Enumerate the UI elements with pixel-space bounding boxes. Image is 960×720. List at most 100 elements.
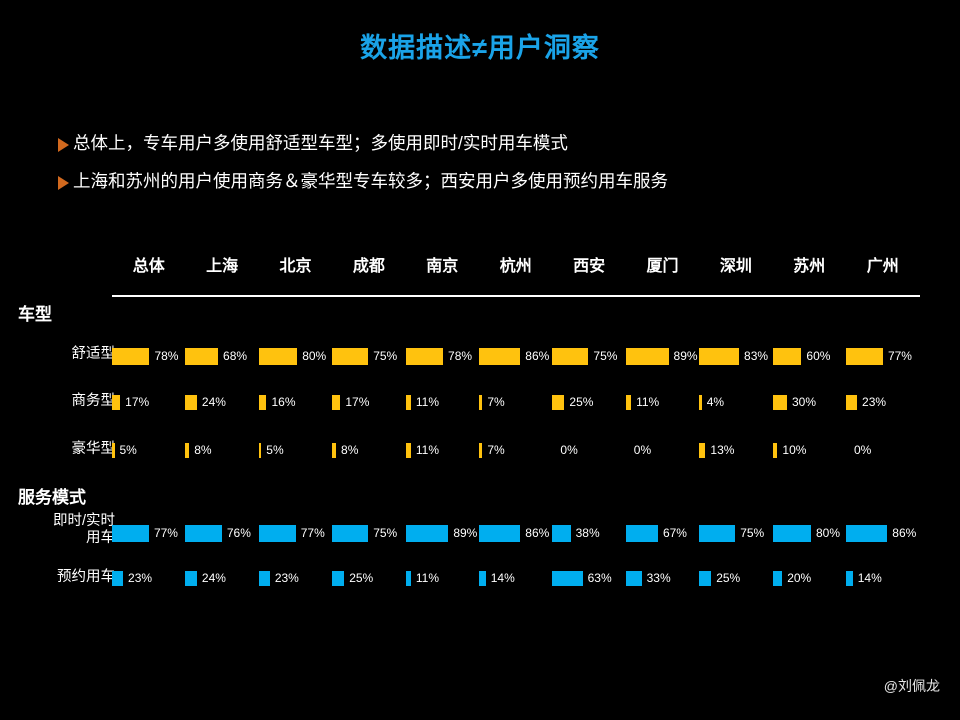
column-header: 杭州: [499, 258, 532, 275]
bar: [772, 442, 778, 458]
data-cell: 11%: [405, 392, 479, 412]
data-cell: 89%: [405, 521, 479, 545]
column-header: 深圳: [719, 258, 752, 275]
bar-value-label: 7%: [487, 443, 505, 457]
bar: [258, 524, 296, 542]
bar-value-label: 80%: [302, 349, 327, 363]
data-cell: 23%: [112, 568, 185, 588]
bar: [552, 524, 571, 542]
bullet-text: 上海和苏州的用户使用商务＆豪华型专车较多；西安用户多使用预约用车服务: [73, 170, 668, 191]
column-header: 成都: [352, 258, 385, 275]
bar: [185, 394, 197, 410]
row-label: 商务型: [71, 393, 116, 409]
data-cell: 86%: [479, 521, 552, 545]
data-cell: 5%: [112, 440, 185, 460]
bar-value-label: 30%: [791, 395, 817, 409]
data-cell: 5%: [258, 440, 332, 460]
bar-value-label: 24%: [201, 571, 226, 585]
column-header: 上海: [206, 258, 239, 275]
data-cell: 89%: [625, 345, 699, 367]
bar: [552, 394, 565, 410]
data-cell: 78%: [112, 345, 185, 367]
bar: [625, 394, 632, 410]
column-header: 总体: [132, 258, 165, 275]
data-cell: 86%: [479, 345, 552, 367]
data-cell: 80%: [258, 345, 332, 367]
bar: [625, 570, 642, 586]
column-header: 苏州: [793, 258, 826, 275]
bar: [625, 524, 658, 542]
bar-value-label: 5%: [119, 443, 137, 457]
data-cell: 0%: [846, 440, 919, 460]
bar: [772, 570, 783, 586]
slide-root: 数据描述≠用户洞察 总体上，专车用户多使用舒适型车型；多使用即时/实时用车模式 …: [0, 0, 960, 720]
row-label: 舒适型: [71, 346, 116, 362]
bar-value-label: 24%: [201, 395, 226, 409]
table-row: 商务型 17% 24% 16% 17% 11% 7% 25% 11% 4% 30% 23%: [0, 392, 960, 412]
bar: [112, 394, 121, 410]
bar-value-label: 89%: [453, 526, 478, 540]
bar: [332, 524, 369, 542]
column-header: 北京: [279, 258, 312, 275]
section-title: 车型: [18, 305, 52, 324]
bar: [552, 347, 589, 365]
bar: [846, 394, 858, 410]
data-cell: 77%: [846, 345, 919, 367]
data-cell: 77%: [258, 521, 332, 545]
bar-value-label: 7%: [487, 395, 505, 409]
bar: [258, 394, 267, 410]
data-cell: 67%: [625, 521, 699, 545]
bar-value-label: 38%: [575, 526, 600, 540]
bar: [479, 570, 486, 586]
data-cell: 75%: [332, 521, 405, 545]
bar-value-label: 80%: [815, 526, 841, 540]
bar: [772, 394, 787, 410]
data-cell: 33%: [625, 568, 699, 588]
bar-value-label: 10%: [782, 443, 807, 457]
bar-value-label: 11%: [415, 443, 439, 457]
bar: [846, 524, 888, 542]
bar-value-label: 67%: [662, 526, 687, 540]
bar: [185, 524, 222, 542]
data-cell: 13%: [699, 440, 772, 460]
data-cell: 16%: [258, 392, 332, 412]
data-cell: 77%: [112, 521, 185, 545]
data-cell: 25%: [332, 568, 405, 588]
bar-value-label: 11%: [415, 395, 439, 409]
data-cell: 0%: [552, 440, 625, 460]
bar-value-label: 25%: [349, 571, 374, 585]
table-row: 豪华型 5% 8% 5% 8% 11% 7% 0% 0% 13% 10% 0%: [0, 440, 960, 460]
bar-value-label: 14%: [490, 571, 515, 585]
bar: [699, 347, 740, 365]
data-cell: 75%: [552, 345, 625, 367]
data-cell: 14%: [846, 568, 919, 588]
data-cell: 23%: [846, 392, 919, 412]
bar-value-label: 75%: [593, 349, 618, 363]
data-cell: 4%: [699, 392, 772, 412]
bar-value-label: 86%: [525, 526, 550, 540]
data-cell: 75%: [699, 521, 772, 545]
bar: [405, 524, 449, 542]
table-row: 舒适型 78% 68% 80% 75% 78% 86% 75% 89% 83% 60% 77%: [0, 345, 960, 367]
data-cell: 11%: [405, 568, 479, 588]
data-cell: 7%: [479, 392, 552, 412]
data-cell: 78%: [405, 345, 479, 367]
bar-value-label: 75%: [373, 349, 398, 363]
bar: [185, 442, 190, 458]
bar-value-label: 76%: [226, 526, 251, 540]
bar: [332, 394, 341, 410]
triangle-right-icon: [58, 138, 69, 152]
triangle-right-icon: [58, 175, 69, 190]
data-cell: 17%: [332, 392, 405, 412]
bar-value-label: 16%: [271, 395, 296, 409]
bar: [699, 524, 736, 542]
data-cell: 0%: [626, 440, 699, 460]
bar: [846, 347, 883, 365]
bar-value-label: 89%: [673, 349, 698, 363]
bar-value-label: 68%: [223, 349, 248, 363]
column-header: 西安: [573, 258, 606, 275]
table-row: 即时/实时 用车 77% 76% 77% 75% 89% 86% 38% 67% 75% 80% 86%: [0, 513, 960, 546]
section-title: 服务模式: [18, 488, 86, 507]
bar: [699, 570, 712, 586]
data-cell: 83%: [699, 345, 772, 367]
